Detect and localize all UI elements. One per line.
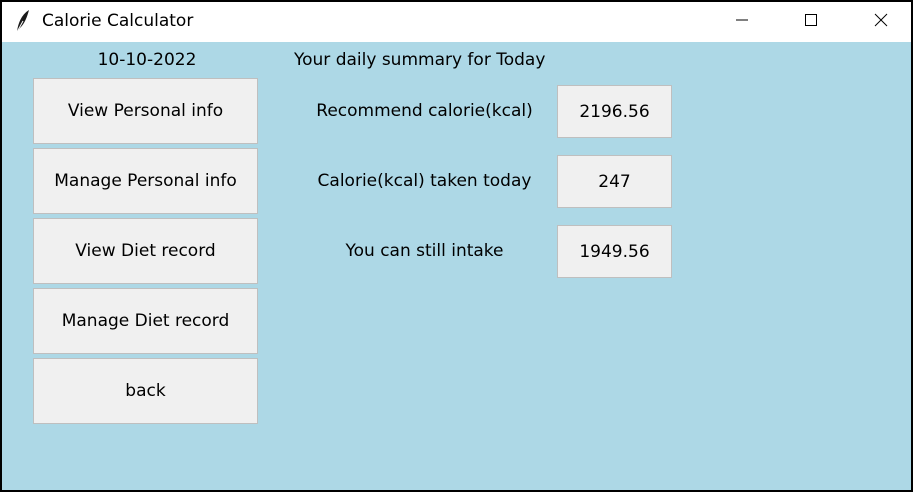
- close-icon: [874, 13, 888, 27]
- back-button[interactable]: back: [33, 358, 258, 424]
- feather-icon: [14, 9, 32, 33]
- maximize-icon: [804, 13, 818, 27]
- manage-personal-info-button[interactable]: Manage Personal info: [33, 148, 258, 214]
- recommend-calorie-label: Recommend calorie(kcal): [316, 101, 533, 121]
- window-title: Calorie Calculator: [42, 11, 194, 31]
- recommend-calorie-value: 2196.56: [557, 85, 672, 138]
- summary-title: Your daily summary for Today: [294, 50, 546, 70]
- calorie-taken-value: 247: [557, 155, 672, 208]
- view-personal-info-button[interactable]: View Personal info: [33, 78, 258, 144]
- still-intake-value: 1949.56: [557, 225, 672, 278]
- minimize-icon: [735, 13, 749, 27]
- still-intake-label: You can still intake: [345, 241, 504, 261]
- calorie-calculator-window: Calorie Calculator 10-10-2022 Your daily…: [0, 0, 913, 492]
- maximize-button[interactable]: [788, 2, 834, 38]
- manage-diet-record-button[interactable]: Manage Diet record: [33, 288, 258, 354]
- view-diet-record-button[interactable]: View Diet record: [33, 218, 258, 284]
- date-label: 10-10-2022: [97, 50, 197, 70]
- title-bar[interactable]: Calorie Calculator: [2, 2, 911, 42]
- close-button[interactable]: [858, 2, 904, 38]
- minimize-button[interactable]: [719, 2, 765, 38]
- calorie-taken-label: Calorie(kcal) taken today: [317, 171, 532, 191]
